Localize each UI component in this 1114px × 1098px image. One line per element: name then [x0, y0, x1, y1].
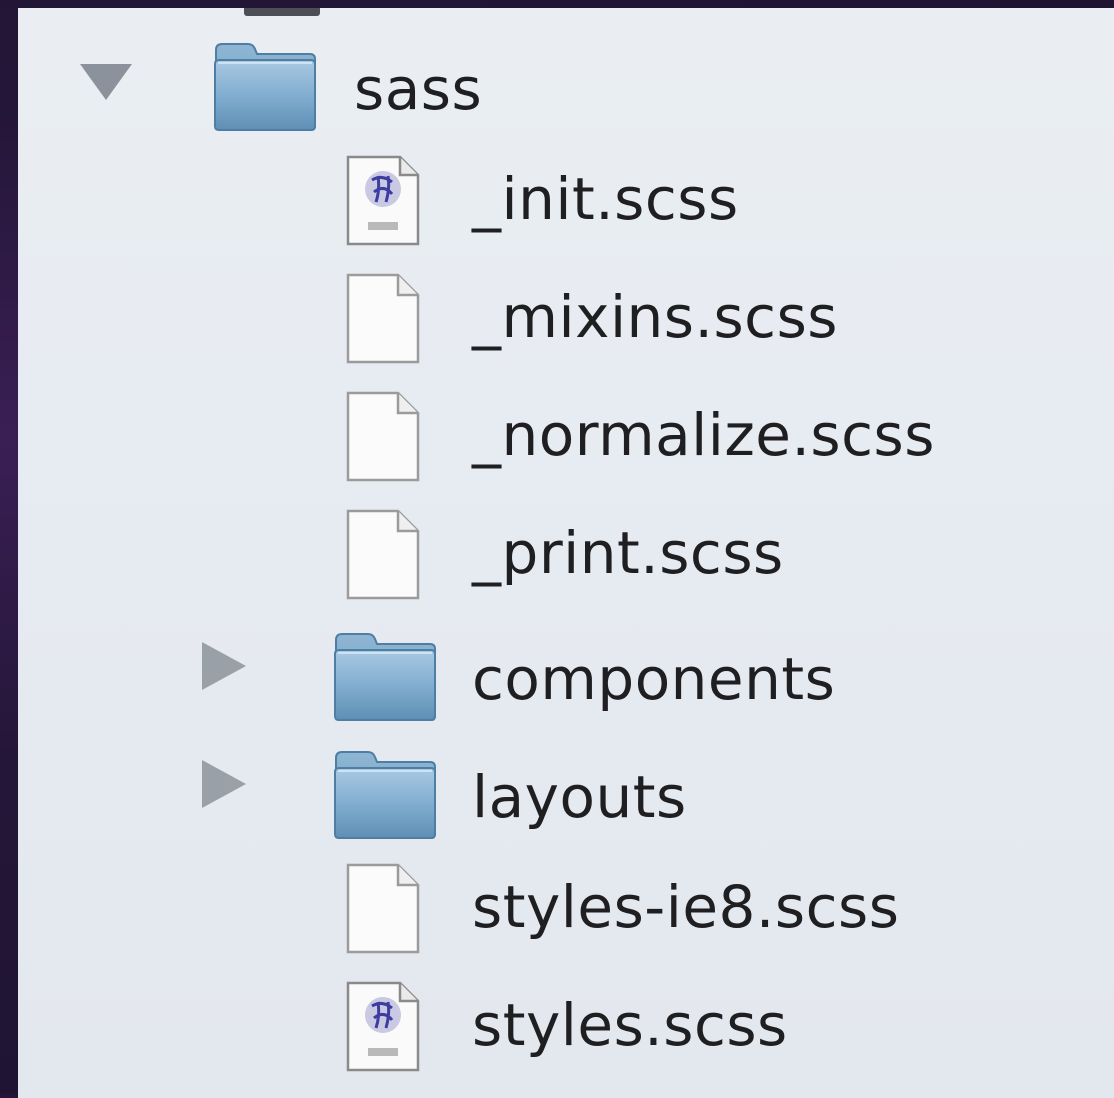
tree-row-file[interactable]: _print.scss — [18, 498, 1114, 616]
blank-document-icon — [344, 390, 422, 484]
tree-row-folder[interactable]: layouts — [18, 734, 1114, 852]
blank-document-icon — [344, 272, 422, 366]
disclosure-triangle-collapsed-icon[interactable] — [202, 642, 246, 690]
file-label: _normalize.scss — [472, 401, 935, 469]
folder-icon — [212, 40, 318, 132]
file-label: styles.scss — [472, 991, 788, 1059]
tree-row-folder[interactable]: sass — [18, 26, 1114, 144]
tree-row-file[interactable]: _normalize.scss — [18, 380, 1114, 498]
folder-icon — [332, 748, 438, 840]
tree-row-file[interactable]: _mixins.scss — [18, 262, 1114, 380]
disclosure-triangle-collapsed-icon[interactable] — [202, 760, 246, 808]
folder-icon — [332, 630, 438, 722]
blank-document-icon — [344, 508, 422, 602]
file-label: _mixins.scss — [472, 283, 839, 351]
sass-document-icon — [344, 154, 422, 248]
folder-label: sass — [354, 55, 483, 123]
desktop-background: sass _init.scss _mixins.scss _normalize.… — [0, 0, 1114, 1098]
folder-label: components — [472, 645, 836, 713]
tree-row-file[interactable]: styles.scss — [18, 970, 1114, 1088]
file-label: styles-ie8.scss — [472, 873, 900, 941]
disclosure-triangle-expanded-icon[interactable] — [80, 64, 132, 100]
tree-row-folder[interactable]: components — [18, 616, 1114, 734]
tree-row-file[interactable]: _init.scss — [18, 144, 1114, 262]
sass-document-icon — [344, 980, 422, 1074]
file-label: _print.scss — [472, 519, 784, 587]
folder-label: layouts — [472, 763, 687, 831]
file-tree-panel[interactable]: sass _init.scss _mixins.scss _normalize.… — [18, 8, 1114, 1098]
tree-row-file[interactable]: styles-ie8.scss — [18, 852, 1114, 970]
clipped-folder-icon — [244, 8, 320, 16]
blank-document-icon — [344, 862, 422, 956]
file-label: _init.scss — [472, 165, 739, 233]
